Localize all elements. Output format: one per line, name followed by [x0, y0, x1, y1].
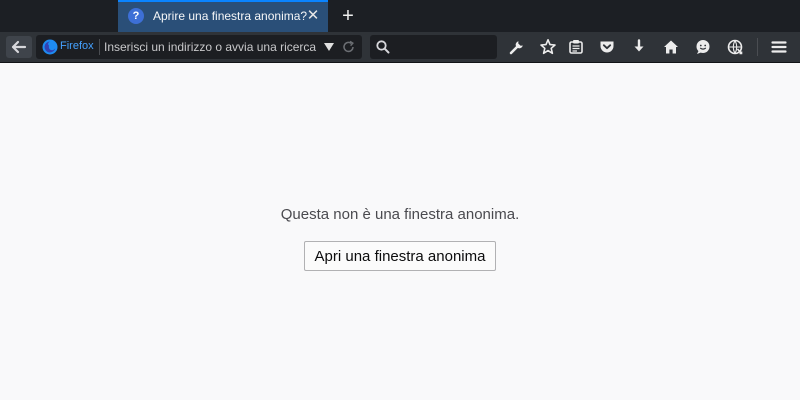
- feedback-button[interactable]: [691, 36, 715, 58]
- open-private-window-button[interactable]: Apri una finestra anonima: [304, 241, 496, 271]
- new-tab-button[interactable]: +: [337, 4, 359, 28]
- sync-button[interactable]: [723, 36, 747, 58]
- search-input[interactable]: [396, 38, 491, 56]
- pocket-button[interactable]: [595, 36, 619, 58]
- download-icon: [634, 39, 644, 52]
- bookmark-button[interactable]: [536, 36, 560, 58]
- url-bar[interactable]: Firefox: [36, 35, 362, 59]
- developer-tools-button[interactable]: [505, 36, 529, 58]
- back-arrow-icon: [11, 40, 27, 54]
- search-icon: [376, 40, 390, 54]
- page-content: Questa non è una finestra anonima. Apri …: [0, 63, 800, 400]
- reload-icon[interactable]: [340, 38, 358, 56]
- open-menu-button[interactable]: [767, 36, 791, 58]
- reading-list-button[interactable]: [564, 36, 588, 58]
- home-icon: [664, 40, 678, 54]
- downloads-button[interactable]: [627, 36, 651, 58]
- pocket-icon: [600, 41, 614, 53]
- star-icon: [540, 39, 556, 55]
- not-private-message: Questa non è una finestra anonima.: [280, 206, 520, 223]
- firefox-logo-icon: [42, 39, 58, 55]
- reading-list-icon: [569, 40, 583, 54]
- back-button[interactable]: [6, 36, 32, 58]
- home-button[interactable]: [659, 36, 683, 58]
- sync-icon: [727, 39, 743, 55]
- wrench-icon: [509, 41, 523, 55]
- search-bar[interactable]: [370, 35, 497, 59]
- identity-label: Firefox: [60, 40, 94, 52]
- question-icon: ?: [128, 8, 144, 24]
- tab-title: Aprire una finestra anonima?: [153, 9, 308, 23]
- navigation-toolbar: Firefox: [0, 32, 800, 63]
- tab-private-prompt[interactable]: ? Aprire una finestra anonima? ✕: [118, 0, 328, 32]
- toolbar-separator: [757, 38, 758, 56]
- close-tab-icon[interactable]: ✕: [303, 5, 323, 27]
- hamburger-menu-icon: [771, 41, 787, 53]
- feedback-icon: [696, 40, 710, 54]
- tab-strip: ? Aprire una finestra anonima? ✕ +: [0, 0, 800, 32]
- identity-separator: [99, 39, 100, 55]
- chevron-down-icon[interactable]: [324, 43, 334, 51]
- url-input[interactable]: [104, 38, 320, 56]
